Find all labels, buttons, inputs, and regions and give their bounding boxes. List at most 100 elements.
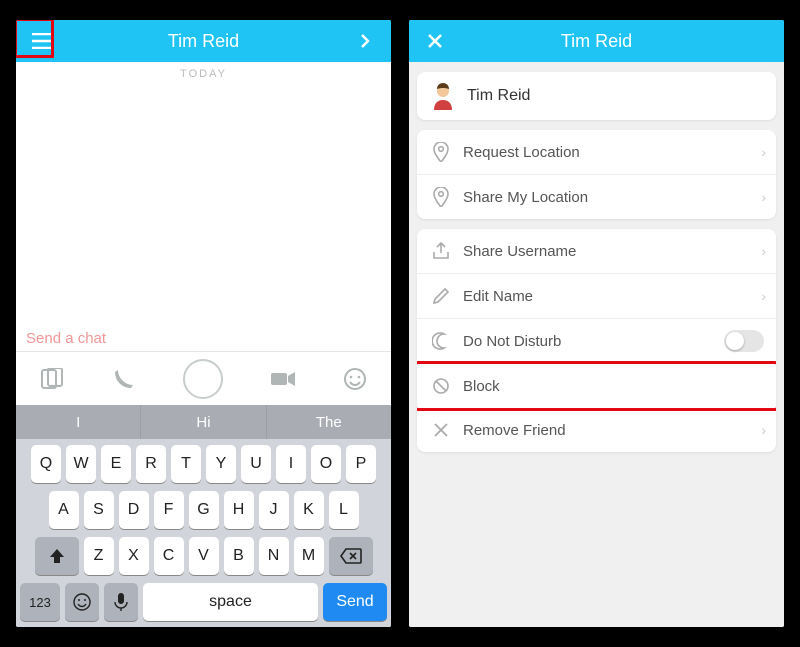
right-phone: Tim Reid Tim Reid Request Location › Sha… — [409, 20, 784, 627]
pencil-icon — [432, 287, 450, 305]
key-emoji[interactable] — [65, 583, 99, 621]
keyboard: Q W E R T Y U I O P A S D F G H J K L — [16, 439, 391, 627]
keyboard-row-2: A S D F G H J K L — [20, 491, 387, 529]
key-f[interactable]: F — [154, 491, 184, 529]
gallery-button[interactable] — [39, 366, 65, 392]
block-icon — [432, 377, 450, 395]
key-o[interactable]: O — [311, 445, 341, 483]
chat-title: Tim Reid — [56, 31, 351, 52]
share-icon — [432, 242, 450, 260]
chat-header: Tim Reid — [16, 20, 391, 62]
dnd-toggle[interactable] — [724, 330, 764, 352]
key-c[interactable]: C — [154, 537, 184, 575]
chevron-right-icon: › — [761, 243, 766, 259]
key-w[interactable]: W — [66, 445, 96, 483]
screenshot-frame: Tim Reid TODAY Send a chat — [0, 0, 800, 647]
close-button[interactable] — [421, 33, 449, 49]
chevron-right-icon: › — [761, 422, 766, 438]
left-phone: Tim Reid TODAY Send a chat — [16, 20, 391, 627]
suggestion-1[interactable]: Hi — [141, 405, 266, 439]
key-y[interactable]: Y — [206, 445, 236, 483]
key-r[interactable]: R — [136, 445, 166, 483]
key-k[interactable]: K — [294, 491, 324, 529]
emoji-button[interactable] — [342, 366, 368, 392]
location-group: Request Location › Share My Location › — [417, 130, 776, 219]
moon-icon — [432, 332, 450, 350]
actions-group: Share Username › Edit Name › Do Not Dist… — [417, 229, 776, 452]
key-v[interactable]: V — [189, 537, 219, 575]
key-mic[interactable] — [104, 583, 138, 621]
profile-body: Tim Reid Request Location › Share My Loc… — [409, 62, 784, 627]
key-space[interactable]: space — [143, 583, 318, 621]
hamburger-icon — [32, 33, 52, 49]
key-l[interactable]: L — [329, 491, 359, 529]
phone-icon — [113, 368, 135, 390]
chevron-right-icon: › — [761, 189, 766, 205]
video-icon — [270, 370, 296, 388]
mic-icon — [114, 592, 128, 612]
key-s[interactable]: S — [84, 491, 114, 529]
row-label: Share Username — [463, 243, 576, 260]
keyboard-row-1: Q W E R T Y U I O P — [20, 445, 387, 483]
chevron-right-icon: › — [761, 288, 766, 304]
row-request-location[interactable]: Request Location › — [417, 130, 776, 175]
profile-header: Tim Reid — [409, 20, 784, 62]
row-label: Remove Friend — [463, 422, 566, 439]
avatar-icon — [429, 82, 457, 110]
key-x[interactable]: X — [119, 537, 149, 575]
key-e[interactable]: E — [101, 445, 131, 483]
chat-input[interactable]: Send a chat — [26, 330, 381, 347]
backspace-icon — [340, 548, 362, 564]
key-j[interactable]: J — [259, 491, 289, 529]
row-label: Do Not Disturb — [463, 333, 561, 350]
chevron-right-icon: › — [761, 144, 766, 160]
key-a[interactable]: A — [49, 491, 79, 529]
capture-button[interactable] — [183, 359, 223, 399]
key-shift[interactable] — [35, 537, 79, 575]
key-i[interactable]: I — [276, 445, 306, 483]
key-t[interactable]: T — [171, 445, 201, 483]
key-g[interactable]: G — [189, 491, 219, 529]
row-share-location[interactable]: Share My Location › — [417, 175, 776, 219]
key-h[interactable]: H — [224, 491, 254, 529]
today-label: TODAY — [16, 62, 391, 86]
key-d[interactable]: D — [119, 491, 149, 529]
key-b[interactable]: B — [224, 537, 254, 575]
video-button[interactable] — [270, 366, 296, 392]
shift-icon — [48, 547, 66, 565]
row-remove-friend[interactable]: Remove Friend › — [417, 408, 776, 452]
menu-button[interactable] — [28, 33, 56, 49]
suggestion-0[interactable]: I — [16, 405, 141, 439]
key-123[interactable]: 123 — [20, 583, 60, 621]
key-u[interactable]: U — [241, 445, 271, 483]
key-q[interactable]: Q — [31, 445, 61, 483]
keyboard-row-3: Z X C V B N M — [20, 537, 387, 575]
profile-card[interactable]: Tim Reid — [417, 72, 776, 120]
suggestion-2[interactable]: The — [267, 405, 391, 439]
smiley-icon — [343, 367, 367, 391]
profile-title: Tim Reid — [449, 31, 744, 52]
suggestion-bar: I Hi The — [16, 405, 391, 439]
gallery-icon — [40, 368, 64, 390]
row-edit-name[interactable]: Edit Name › — [417, 274, 776, 319]
chat-input-row: Send a chat — [16, 322, 391, 351]
row-share-username[interactable]: Share Username › — [417, 229, 776, 274]
key-n[interactable]: N — [259, 537, 289, 575]
key-backspace[interactable] — [329, 537, 373, 575]
chat-area: TODAY Send a chat — [16, 62, 391, 351]
key-z[interactable]: Z — [84, 537, 114, 575]
row-label: Share My Location — [463, 189, 588, 206]
call-button[interactable] — [111, 366, 137, 392]
row-dnd[interactable]: Do Not Disturb — [417, 319, 776, 364]
row-block[interactable]: Block — [417, 361, 776, 411]
location-pin-icon — [433, 142, 449, 162]
profile-name: Tim Reid — [467, 87, 530, 105]
chat-toolbar — [16, 351, 391, 405]
chevron-right-icon — [360, 33, 370, 49]
key-m[interactable]: M — [294, 537, 324, 575]
row-label: Request Location — [463, 144, 580, 161]
key-p[interactable]: P — [346, 445, 376, 483]
header-forward-button[interactable] — [351, 33, 379, 49]
row-label: Block — [463, 378, 500, 395]
key-send[interactable]: Send — [323, 583, 387, 621]
